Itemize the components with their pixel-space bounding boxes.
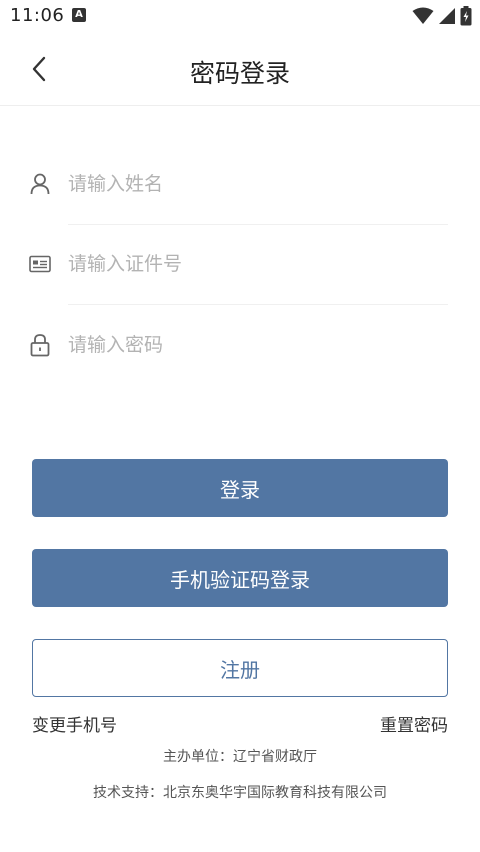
id-field-row	[28, 242, 448, 322]
tech-support-text: 技术支持：北京东奥华宇国际教育科技有限公司	[93, 785, 387, 801]
status-icons	[412, 6, 472, 26]
password-field-row	[28, 323, 448, 403]
register-button[interactable]: 注册	[32, 639, 448, 697]
page-title: 密码登录	[189, 59, 290, 88]
change-phone-link[interactable]: 变更手机号	[32, 711, 117, 736]
id-number-input[interactable]	[68, 242, 448, 286]
status-time: 11:06	[10, 5, 65, 26]
login-button[interactable]: 登录	[32, 459, 448, 517]
id-card-icon	[28, 252, 52, 276]
status-bar: 11:06 A	[0, 0, 480, 32]
reset-password-link[interactable]: 重置密码	[380, 711, 448, 736]
sms-login-button[interactable]: 手机验证码登录	[32, 549, 448, 607]
lock-icon	[28, 333, 52, 357]
id-divider	[68, 304, 448, 305]
notification-icon: A	[72, 8, 86, 22]
name-input[interactable]	[68, 162, 448, 206]
user-icon	[28, 172, 52, 196]
signal-icon	[439, 8, 455, 24]
name-divider	[68, 224, 448, 225]
header: 密码登录	[0, 32, 480, 106]
password-input[interactable]	[68, 323, 448, 367]
organizer-text: 主办单位：辽宁省财政厅	[163, 749, 317, 765]
battery-icon	[460, 6, 472, 26]
name-field-row	[28, 162, 448, 242]
wifi-icon	[412, 7, 434, 24]
